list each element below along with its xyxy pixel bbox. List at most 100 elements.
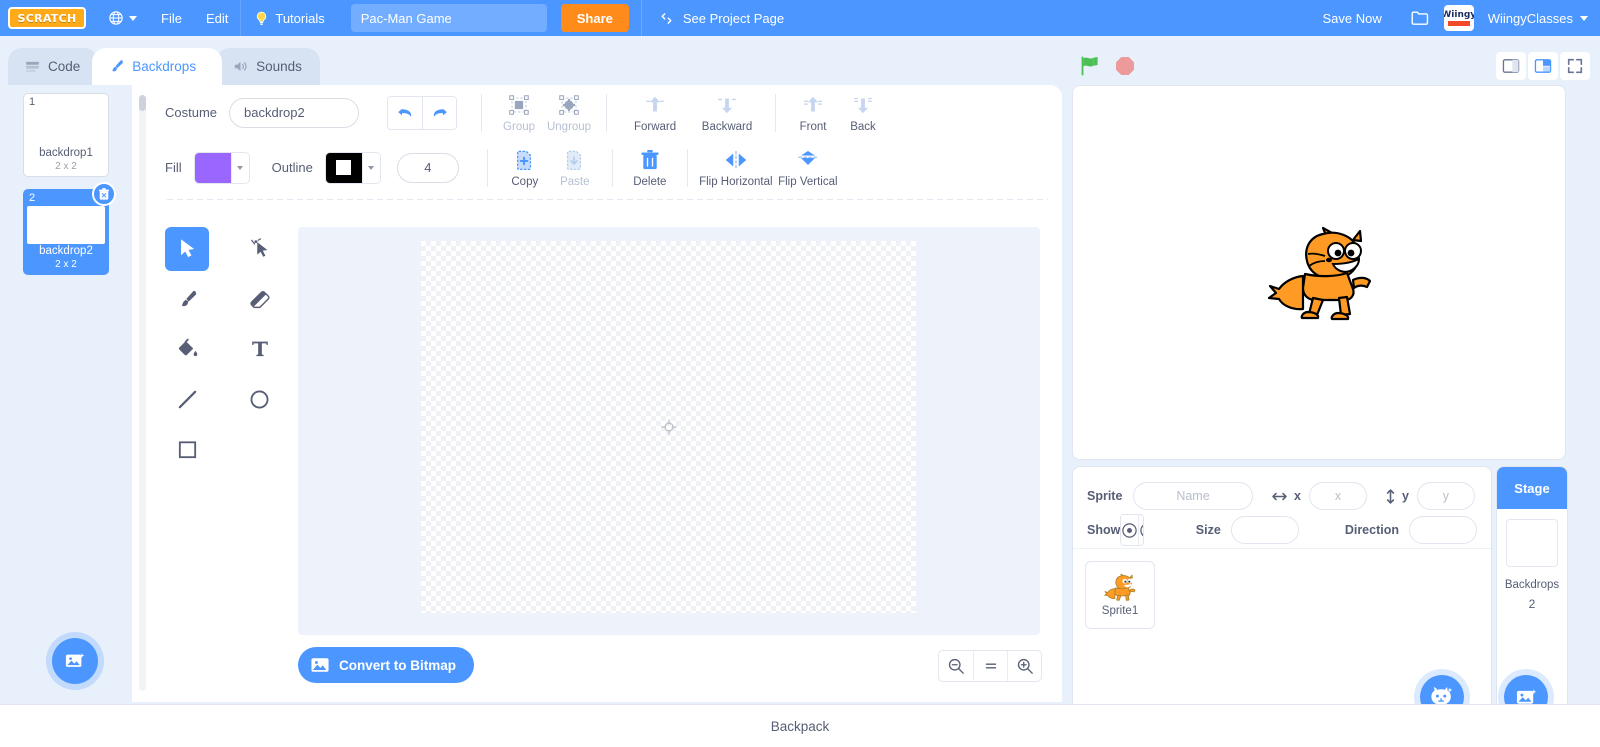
back-label: Back bbox=[850, 120, 876, 133]
project-title-input[interactable] bbox=[350, 4, 547, 32]
large-stage-icon bbox=[1534, 59, 1552, 73]
stroke-width-input[interactable] bbox=[396, 152, 459, 183]
forward-button[interactable]: Forward bbox=[619, 93, 691, 133]
outline-color-picker[interactable] bbox=[324, 151, 381, 184]
eraser-icon bbox=[250, 290, 270, 308]
undo-button[interactable] bbox=[388, 96, 423, 129]
costume-label: Costume bbox=[165, 105, 218, 120]
tab-backdrops[interactable]: Backdrops bbox=[92, 48, 223, 85]
paint-toolbar-row-2: Fill Outline 4 Copy Paste Delete Flip Ho… bbox=[153, 140, 1062, 195]
flip-horizontal-button[interactable]: Flip Horizontal bbox=[699, 148, 773, 188]
save-now-button[interactable]: Save Now bbox=[1309, 11, 1396, 26]
scratch-cat-sprite[interactable] bbox=[1265, 224, 1375, 324]
brush-tool[interactable] bbox=[165, 277, 209, 321]
zoom-in-button[interactable] bbox=[1007, 651, 1041, 681]
sprite-size-input[interactable] bbox=[1230, 516, 1299, 544]
fill-color-picker[interactable] bbox=[193, 151, 250, 184]
tab-sounds[interactable]: Sounds bbox=[216, 48, 320, 85]
stop-sign-icon[interactable] bbox=[1113, 54, 1137, 78]
reshape-tool[interactable] bbox=[238, 227, 282, 271]
flip-horizontal-label: Flip Horizontal bbox=[699, 175, 773, 188]
add-backdrop-button[interactable] bbox=[52, 638, 98, 684]
backward-button[interactable]: Backward bbox=[691, 93, 763, 133]
delete-backdrop-button[interactable] bbox=[92, 182, 116, 206]
line-tool[interactable] bbox=[165, 377, 209, 421]
backdrops-label: Backdrops bbox=[1504, 579, 1560, 591]
stage-selector-header[interactable]: Stage bbox=[1497, 467, 1567, 509]
scrollbar-thumb[interactable] bbox=[139, 95, 146, 111]
show-sprite-button[interactable] bbox=[1121, 515, 1139, 545]
sprite-name-input[interactable] bbox=[1133, 482, 1253, 510]
tab-sounds-label: Sounds bbox=[256, 59, 302, 74]
paint-canvas-area[interactable] bbox=[298, 227, 1040, 635]
fill-label: Fill bbox=[165, 160, 182, 175]
paint-editor: 1 backdrop1 2 x 2 2 backdrop2 2 x 2 Cost… bbox=[0, 85, 1062, 702]
share-button[interactable]: Share bbox=[560, 4, 629, 32]
select-tool[interactable] bbox=[165, 227, 209, 271]
redo-arrow-icon bbox=[433, 108, 447, 117]
add-backdrop-icon bbox=[65, 653, 85, 667]
backpack[interactable]: Backpack bbox=[0, 704, 1600, 747]
text-tool[interactable] bbox=[238, 327, 282, 371]
text-t-icon bbox=[251, 341, 268, 357]
large-stage-button[interactable] bbox=[1528, 52, 1558, 80]
menu-tutorials-label: Tutorials bbox=[275, 10, 325, 26]
circle-icon bbox=[250, 390, 269, 408]
flip-vertical-icon bbox=[796, 148, 820, 173]
fill-tool[interactable] bbox=[165, 327, 209, 371]
ungroup-button[interactable]: Ungroup bbox=[544, 93, 594, 133]
redo-button[interactable] bbox=[422, 96, 457, 129]
paintbrush-icon bbox=[112, 60, 124, 72]
delete-button[interactable]: Delete bbox=[625, 148, 675, 188]
group-button[interactable]: Group bbox=[494, 93, 544, 133]
eye-icon bbox=[1122, 522, 1138, 538]
hide-sprite-button[interactable] bbox=[1138, 515, 1143, 545]
sprite-direction-input[interactable] bbox=[1409, 516, 1477, 544]
costume-name-input[interactable] bbox=[229, 97, 360, 128]
rectangle-tool[interactable] bbox=[165, 427, 209, 471]
menu-edit[interactable]: Edit bbox=[194, 0, 240, 36]
small-stage-button[interactable] bbox=[1496, 52, 1526, 80]
zoom-reset-button[interactable] bbox=[973, 651, 1007, 681]
front-button[interactable]: Front bbox=[788, 93, 838, 133]
copy-button[interactable]: Copy bbox=[500, 148, 550, 188]
flip-vertical-label: Flip Vertical bbox=[778, 175, 838, 188]
folder-icon[interactable] bbox=[1410, 9, 1430, 27]
backdrop-item-2[interactable]: 2 backdrop2 2 x 2 bbox=[23, 182, 116, 275]
scratch-logo[interactable]: SCRATCH bbox=[8, 7, 86, 29]
green-flag-icon[interactable] bbox=[1078, 54, 1102, 78]
toolbar-divider bbox=[686, 148, 688, 187]
undo-redo-group bbox=[387, 95, 458, 130]
zoom-out-button[interactable] bbox=[939, 651, 973, 681]
avatar-underline bbox=[1447, 20, 1470, 26]
see-project-page-button[interactable]: See Project Page bbox=[640, 0, 800, 36]
see-project-page-label: See Project Page bbox=[682, 10, 785, 26]
backdrop-item-1[interactable]: 1 backdrop1 2 x 2 bbox=[23, 93, 109, 177]
language-selector[interactable] bbox=[96, 0, 149, 36]
menu-file[interactable]: File bbox=[149, 0, 194, 36]
sprite-x-input[interactable] bbox=[1308, 482, 1367, 510]
stage[interactable] bbox=[1072, 85, 1566, 460]
eraser-tool[interactable] bbox=[238, 277, 282, 321]
canvas-zoom-controls bbox=[938, 650, 1042, 682]
backdrop-number: 2 bbox=[29, 192, 36, 204]
canvas-center-icon bbox=[660, 419, 677, 435]
flip-vertical-button[interactable]: Flip Vertical bbox=[772, 148, 844, 188]
zoom-in-icon bbox=[1017, 658, 1033, 674]
fullscreen-button[interactable] bbox=[1560, 52, 1590, 80]
account-menu[interactable]: Wiingy WiingyClasses bbox=[1443, 5, 1600, 31]
circle-tool[interactable] bbox=[238, 377, 282, 421]
tab-code[interactable]: Code bbox=[8, 48, 99, 85]
paint-bucket-icon bbox=[178, 338, 197, 356]
menu-tutorials[interactable]: Tutorials bbox=[241, 0, 336, 36]
paste-button[interactable]: Paste bbox=[550, 148, 600, 188]
paste-icon bbox=[563, 148, 586, 173]
backdrop-list-scrollbar[interactable] bbox=[139, 95, 146, 691]
back-button[interactable]: Back bbox=[838, 93, 888, 133]
backdrop-number: 1 bbox=[29, 96, 36, 108]
stage-size-controls bbox=[1496, 52, 1590, 80]
sprite-card-sprite1[interactable]: Sprite1 bbox=[1085, 561, 1155, 629]
paint-canvas[interactable] bbox=[421, 241, 916, 613]
sprite-y-input[interactable] bbox=[1416, 482, 1475, 510]
convert-to-bitmap-button[interactable]: Convert to Bitmap bbox=[298, 647, 475, 683]
